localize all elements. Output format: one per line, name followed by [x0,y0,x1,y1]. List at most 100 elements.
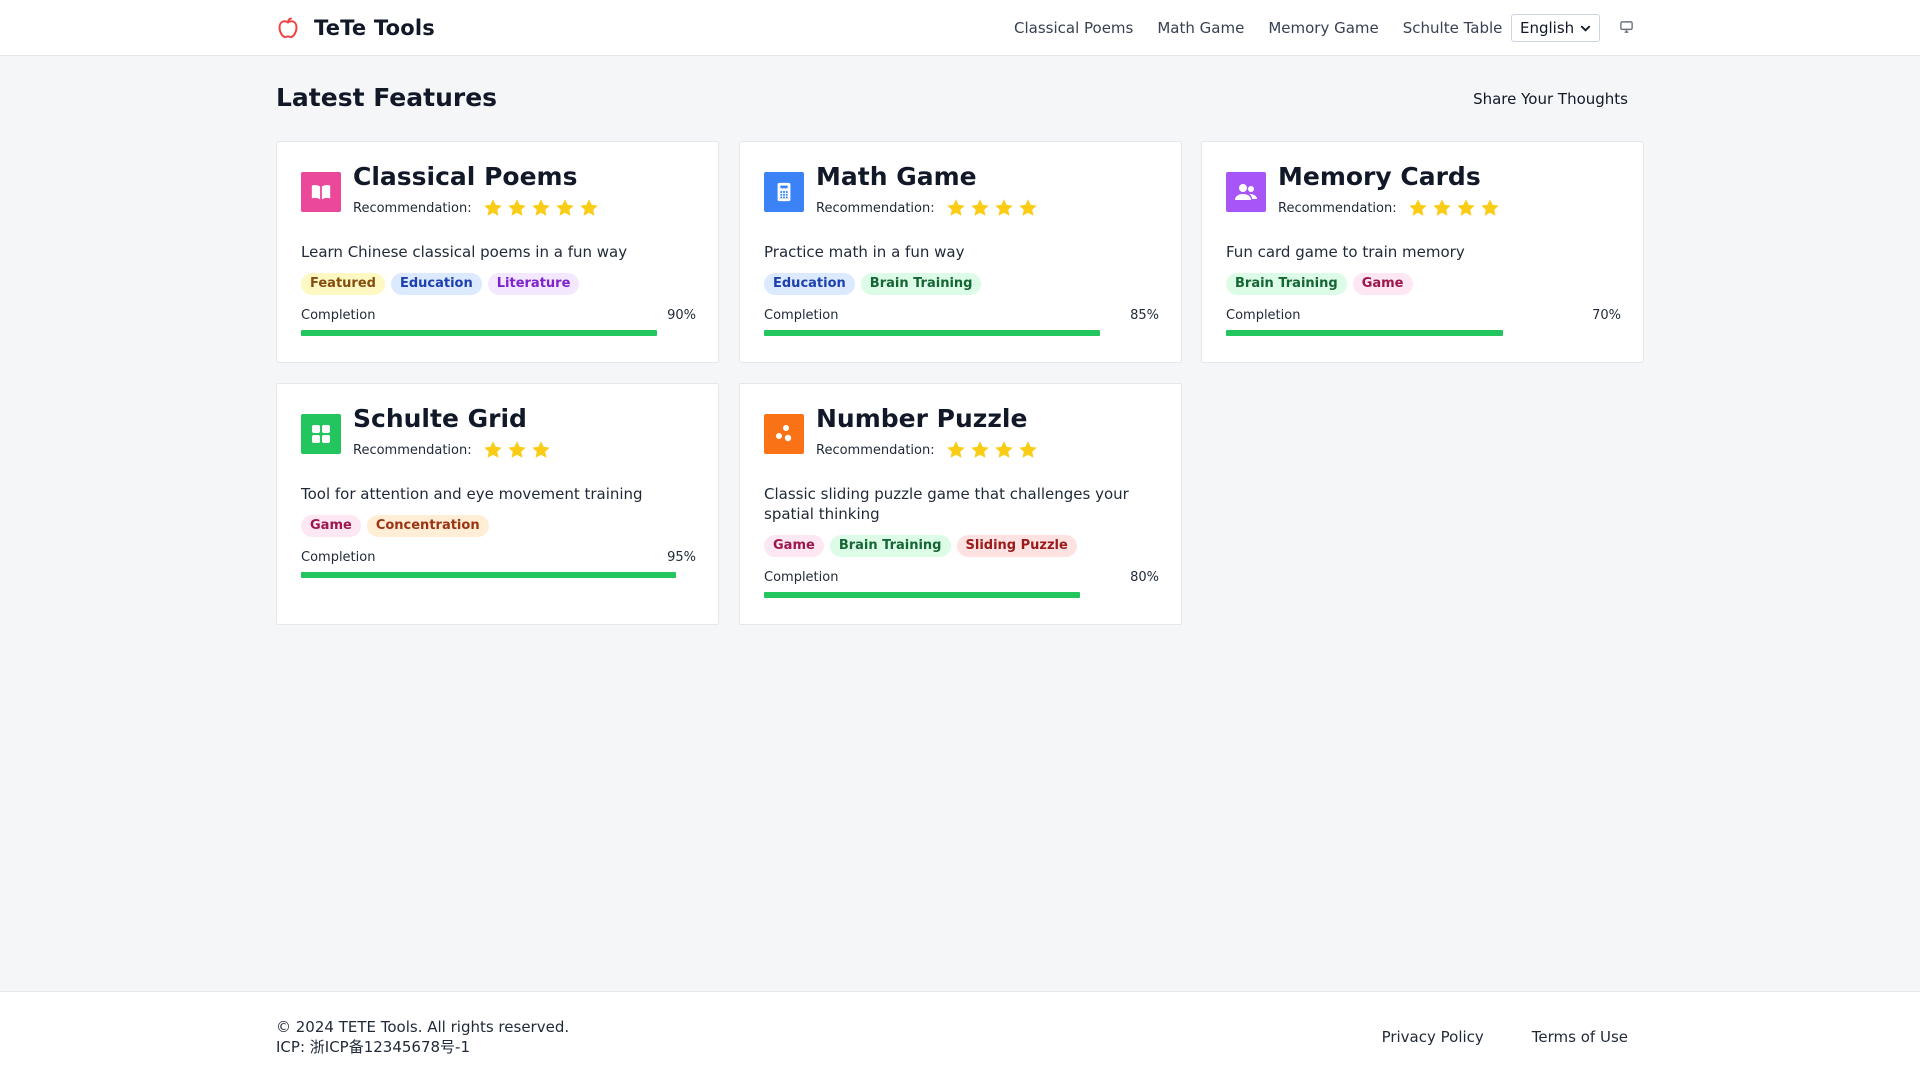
monitor-icon [1619,20,1633,33]
completion-percent: 90% [667,308,696,323]
star-icon [946,199,965,216]
nav-classical-poems[interactable]: Classical Poems [1014,19,1133,37]
recommendation-label: Recommendation: [1278,200,1397,216]
copyright-text: © 2024 TETE Tools. All rights reserved. [276,1018,570,1036]
footer-info: © 2024 TETE Tools. All rights reserved. … [276,1017,569,1057]
recommendation-label: Recommendation: [816,200,935,216]
tag-badge: Game [1352,273,1413,295]
progress-fill [764,330,1100,336]
star-icon [1018,199,1037,216]
footer-links: Privacy Policy Terms of Use [1382,1028,1628,1046]
card-recommendation: Recommendation: [353,196,600,220]
star-icon [1018,441,1037,458]
nav-schulte-table[interactable]: Schulte Table [1403,19,1503,37]
completion-label: Completion [764,308,839,323]
feature-card-number-puzzle[interactable]: Number Puzzle Recommendation: Classic sl… [739,383,1182,625]
card-recommendation: Recommendation: [1278,196,1501,220]
language-select[interactable]: English [1511,14,1600,42]
card-recommendation: Recommendation: [816,196,1039,220]
card-description: Learn Chinese classical poems in a fun w… [301,243,628,261]
card-tags: Featured Education Literature [301,273,580,295]
completion-percent: 85% [1130,308,1159,323]
card-title: Number Puzzle [816,404,1028,433]
star-icon [483,441,502,458]
star-icon [970,199,989,216]
card-title: Classical Poems [353,162,578,191]
star-rating [482,197,600,219]
users-icon [1235,184,1257,200]
privacy-policy-link[interactable]: Privacy Policy [1382,1028,1484,1046]
progress-track [764,330,1159,336]
nav-math-game[interactable]: Math Game [1157,19,1244,37]
star-icon [579,199,598,216]
card-recommendation: Recommendation: [816,438,1039,462]
card-title: Math Game [816,162,977,191]
calculator-icon [777,182,791,202]
progress-fill [301,572,677,578]
completion-label: Completion [301,550,376,565]
card-tags: Game Brain Training Sliding Puzzle [764,535,1077,557]
tag-badge: Education [390,273,482,295]
star-icon [1480,199,1499,216]
star-icon [507,441,526,458]
star-rating [945,197,1039,219]
card-description: Fun card game to train memory [1226,243,1465,261]
share-thoughts-link[interactable]: Share Your Thoughts [1473,90,1628,108]
feature-card-classical-poems[interactable]: Classical Poems Recommendation: Learn Ch… [276,141,719,363]
star-icon [555,199,574,216]
star-icon [994,199,1013,216]
star-icon [1432,199,1451,216]
completion-progress: Completion 85% [764,308,1159,336]
completion-label: Completion [764,570,839,585]
card-title: Memory Cards [1278,162,1481,191]
tag-badge: Brain Training [860,273,982,295]
recommendation-label: Recommendation: [353,200,472,216]
brand[interactable]: TeTe Tools [276,14,435,42]
card-icon-box [301,172,341,212]
brand-name: TeTe Tools [314,16,435,40]
card-tags: Brain Training Game [1226,273,1413,295]
completion-percent: 70% [1592,308,1621,323]
progress-track [764,592,1159,598]
progress-track [301,330,696,336]
icp-text: ICP: 浙ICP备12345678号-1 [276,1038,471,1056]
terms-of-use-link[interactable]: Terms of Use [1532,1028,1628,1046]
progress-track [301,572,696,578]
feature-card-memory-cards[interactable]: Memory Cards Recommendation: Fun card ga… [1201,141,1644,363]
language-value: English [1520,19,1575,37]
tag-badge: Game [301,515,361,537]
tag-badge: Concentration [366,515,489,537]
page-footer: © 2024 TETE Tools. All rights reserved. … [0,991,1920,1080]
card-description: Classic sliding puzzle game that challen… [764,485,1129,523]
progress-fill [1226,330,1503,336]
tag-badge: Featured [301,273,385,295]
feature-card-schulte-grid[interactable]: Schulte Grid Recommendation: Tool for at… [276,383,719,625]
star-icon [507,199,526,216]
card-tags: Game Concentration [301,515,489,537]
card-icon-box [301,414,341,454]
card-description: Practice math in a fun way [764,243,965,261]
tag-badge: Education [764,273,855,295]
completion-progress: Completion 80% [764,570,1159,598]
apple-icon [278,17,298,38]
progress-fill [301,330,657,336]
book-open-icon [311,184,331,200]
completion-progress: Completion 95% [301,550,696,578]
star-icon [994,441,1013,458]
star-rating [1407,197,1501,219]
star-rating [945,439,1039,461]
completion-label: Completion [301,308,376,323]
completion-progress: Completion 70% [1226,308,1621,336]
tag-badge: Brain Training [1226,273,1347,295]
grid-icon [312,425,330,443]
tag-badge: Sliding Puzzle [956,535,1077,557]
theme-toggle-button[interactable] [1617,18,1635,36]
top-header: TeTe Tools Classical Poems Math Game Mem… [0,0,1920,56]
star-icon [483,199,502,216]
feature-card-math-game[interactable]: Math Game Recommendation: Practice math … [739,141,1182,363]
star-icon [1456,199,1475,216]
completion-percent: 95% [667,550,696,565]
card-title: Schulte Grid [353,404,527,433]
nav-memory-game[interactable]: Memory Game [1268,19,1378,37]
card-icon-box [764,414,804,454]
